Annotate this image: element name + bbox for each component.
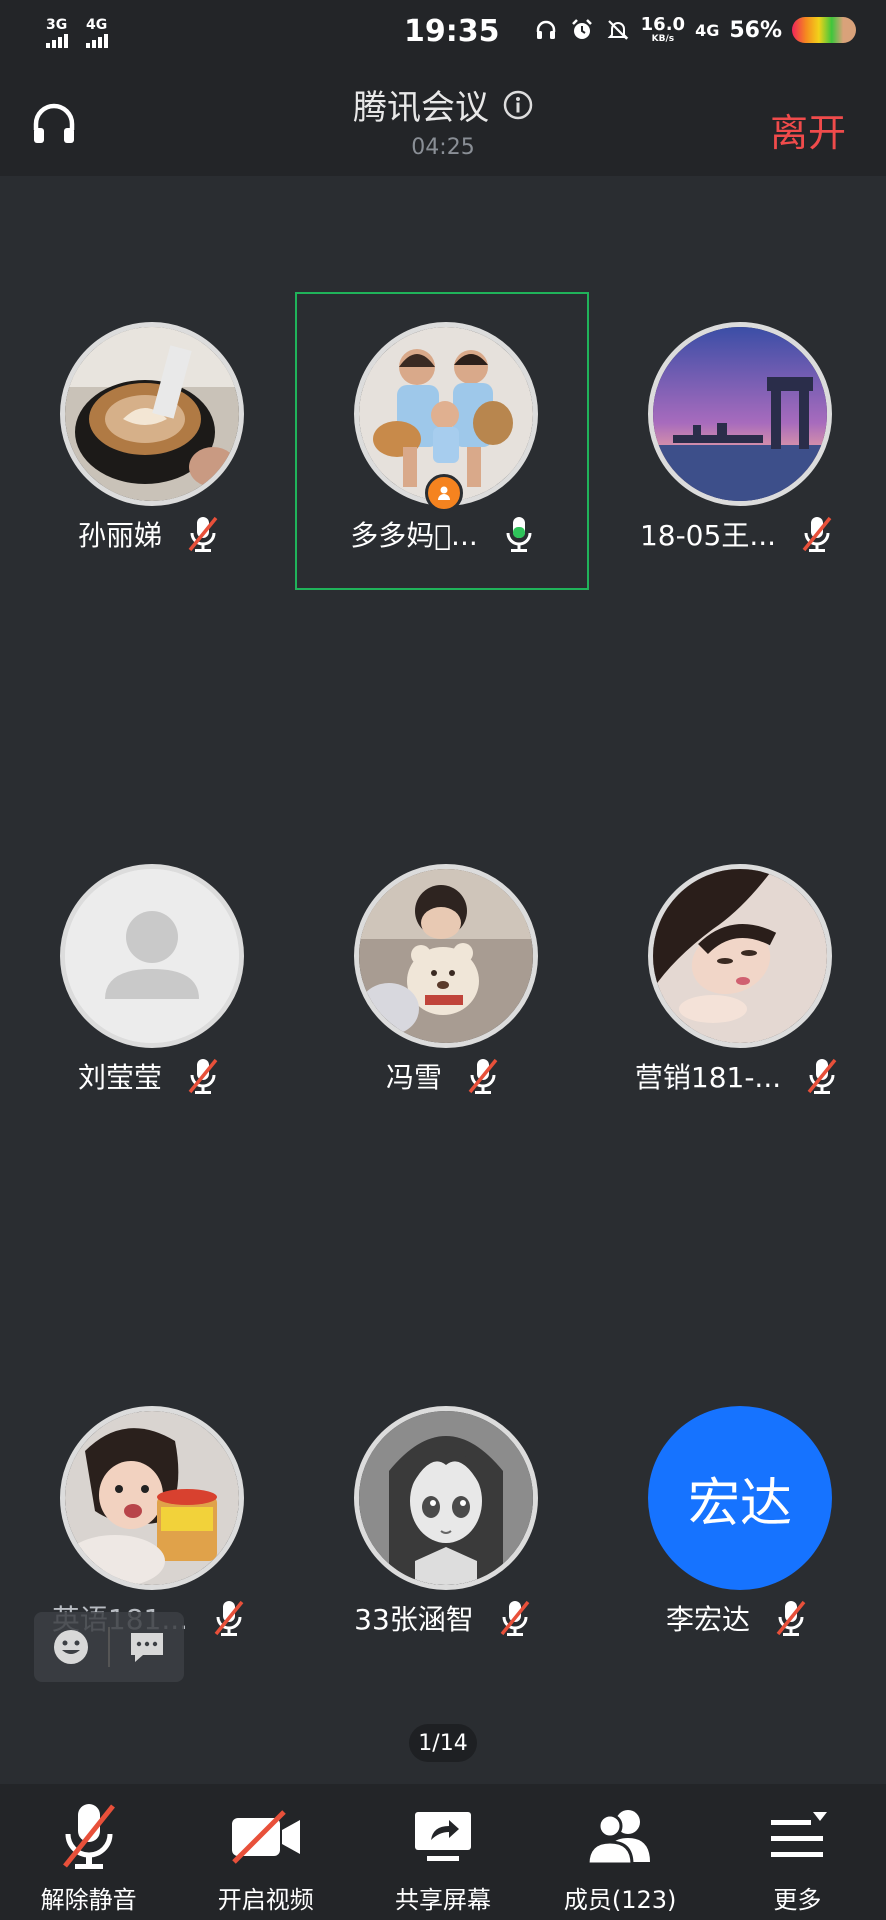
meeting-header: 腾讯会议 04:25 离开 xyxy=(0,66,886,176)
unmute-button[interactable]: 解除静音 xyxy=(4,1784,174,1920)
info-icon[interactable] xyxy=(503,90,533,120)
mic-muted-icon xyxy=(500,1600,530,1636)
participant-name-row: 多多妈 ... xyxy=(298,514,588,554)
participant-name: 刘莹莹 xyxy=(77,1061,162,1094)
participant-name: 18-05王... xyxy=(639,519,777,552)
participant-tile[interactable]: 冯雪 xyxy=(298,834,588,1134)
participant-tile[interactable]: 18-05王... xyxy=(592,292,882,592)
avatar: 宏达 xyxy=(648,1406,832,1590)
battery-percent: 56% xyxy=(729,17,782,43)
avatar xyxy=(648,864,832,1048)
mic-muted-icon xyxy=(802,516,832,552)
participant-name: 李宏达 xyxy=(665,1603,750,1636)
members-icon xyxy=(582,1798,658,1874)
mic-muted-icon xyxy=(468,1058,498,1094)
participant-name-row: 孙丽娣 xyxy=(4,514,294,554)
participant-name: 孙丽娣 xyxy=(77,519,162,552)
battery-icon xyxy=(792,17,856,43)
more-button[interactable]: 更多 xyxy=(712,1784,882,1920)
participant-name: 营销181-... xyxy=(634,1061,782,1094)
share-screen-icon xyxy=(405,1798,481,1874)
participant-tile[interactable]: 多多妈 ... xyxy=(298,292,588,592)
emoji-button[interactable] xyxy=(34,1612,108,1682)
participant-name-row: 18-05王... xyxy=(592,514,882,554)
signal-indicators: 3G 4G xyxy=(46,18,108,48)
status-icons: 16.0 KB/s 4G 56% xyxy=(533,16,856,44)
participant-name-row: 李宏达 xyxy=(592,1598,882,1638)
signal-3g: 3G xyxy=(46,18,68,48)
mic-active-icon xyxy=(506,517,532,552)
start-video-button[interactable]: 开启视频 xyxy=(181,1784,351,1920)
network-type: 4G xyxy=(695,20,720,40)
notifications-off-icon xyxy=(605,17,631,43)
signal-4g: 4G xyxy=(86,18,108,48)
avatar xyxy=(60,864,244,1048)
avatar xyxy=(60,322,244,506)
avatar xyxy=(354,864,538,1048)
share-screen-button[interactable]: 共享屏幕 xyxy=(358,1784,528,1920)
participant-name-row: 营销181-... xyxy=(592,1056,882,1096)
bottom-toolbar: 解除静音 开启视频 共享屏幕 成员(123) 更多 xyxy=(0,1784,886,1920)
chat-icon xyxy=(131,1633,163,1662)
status-bar: 3G 4G 19:35 16.0 KB/s 4G 56% xyxy=(0,0,886,66)
avatar xyxy=(354,1406,538,1590)
reaction-chat-bar xyxy=(34,1612,184,1682)
participant-tile[interactable]: 孙丽娣 xyxy=(4,292,294,592)
avatar xyxy=(60,1406,244,1590)
title-block: 腾讯会议 04:25 xyxy=(0,80,886,160)
participant-name: 多多妈 ... xyxy=(350,519,478,552)
mic-muted-icon xyxy=(188,1058,218,1094)
alarm-icon xyxy=(569,17,595,43)
signal-bars-icon xyxy=(46,34,68,48)
emoji-icon xyxy=(54,1630,88,1664)
video-off-icon xyxy=(228,1798,304,1874)
clock: 19:35 xyxy=(404,14,500,49)
more-menu-icon xyxy=(759,1798,835,1874)
mic-muted-icon xyxy=(776,1600,806,1636)
signal-bars-icon xyxy=(86,34,108,48)
host-badge-icon xyxy=(425,474,463,512)
participant-tile[interactable]: 营销181-... xyxy=(592,834,882,1134)
participant-tile[interactable]: 刘莹莹 xyxy=(4,834,294,1134)
participant-name-row: 33张涵智 xyxy=(298,1598,588,1638)
meeting-timer: 04:25 xyxy=(411,135,475,160)
leave-button[interactable]: 离开 xyxy=(770,102,846,157)
participant-name: 冯雪 xyxy=(385,1061,442,1094)
mic-muted-icon xyxy=(807,1058,837,1094)
participant-name-row: 冯雪 xyxy=(298,1056,588,1096)
network-speed: 16.0 KB/s xyxy=(640,14,686,45)
page-indicator: 1/14 xyxy=(409,1724,477,1762)
participant-name-row: 刘莹莹 xyxy=(4,1056,294,1096)
participant-tile[interactable]: 33张涵智 xyxy=(298,1376,588,1676)
mic-muted-icon xyxy=(51,1798,127,1874)
mic-muted-icon xyxy=(188,516,218,552)
members-button[interactable]: 成员(123) xyxy=(535,1784,705,1920)
headphone-icon xyxy=(533,17,559,43)
avatar xyxy=(648,322,832,506)
participant-tile[interactable]: 宏达 李宏达 xyxy=(592,1376,882,1676)
avatar-initials: 宏达 xyxy=(687,1473,792,1534)
chat-button[interactable] xyxy=(110,1612,184,1682)
meeting-title[interactable]: 腾讯会议 xyxy=(353,80,533,129)
participant-name: 33张涵智 xyxy=(354,1603,474,1636)
default-person-icon xyxy=(65,869,239,1043)
mic-muted-icon xyxy=(214,1600,244,1636)
